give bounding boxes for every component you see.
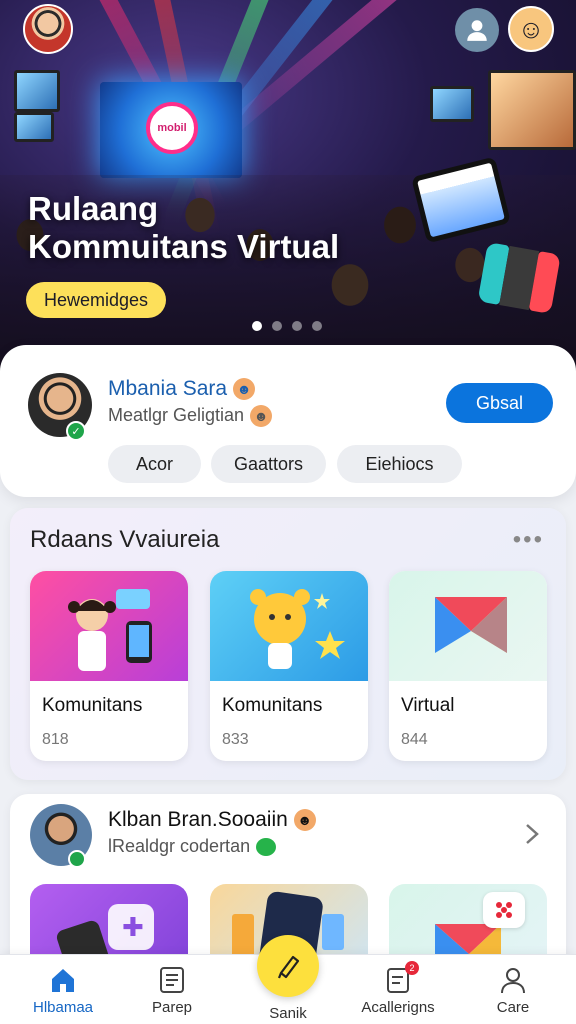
section-title: Rdaans Vvaiureia [30,526,220,553]
dice-button[interactable] [483,892,525,928]
game-console-image [476,238,561,320]
profile-name: Mbania Sara ☻ [108,377,256,401]
nav-item-care[interactable]: Care [458,955,568,1024]
room-card-label: Komunitans [222,695,323,716]
user-profile-button[interactable] [455,8,499,52]
leaf-icon [256,838,277,857]
hero-title-line1: Rulaang [28,190,159,227]
global-button[interactable]: Gbsal [446,383,553,423]
nav-label: Care [496,999,530,1016]
room-card-image [30,571,188,681]
stage-screen: mobil [100,82,242,178]
feed-name: Klban Bran.Sooaiin ☻ [108,808,316,832]
room-card-label: Komunitans [42,695,143,716]
wall-screen [14,112,54,142]
room-card-count: 833 [222,731,249,748]
room-card-image [389,571,547,681]
carousel-dot[interactable] [252,321,262,331]
home-icon [52,969,74,992]
chip-filter[interactable]: Acor [108,445,201,483]
wall-screen [14,70,60,112]
hero-tag-button[interactable]: Hewemidges [26,282,167,318]
emoji-avatar-button[interactable]: ☺ [508,6,554,52]
emoji-icon: ☻ [293,809,316,832]
hero-banner[interactable]: mobil Rulaang Kommuitans Virtual Hewemid… [0,0,576,372]
create-fab-button[interactable] [257,935,319,997]
room-card-count: 844 [401,731,428,748]
nav-item-parep[interactable]: Parep [117,955,227,1024]
nav-item-home[interactable]: Hlbamaa [8,955,118,1024]
nav-label: Sanik [269,1005,307,1022]
user-icon [467,20,487,41]
nav-label: Parep [151,999,193,1016]
nav-label: Acallerigns [361,999,435,1016]
nav-item-acallerigns[interactable]: 2 Acallerigns [343,955,453,1024]
pen-icon [277,955,300,979]
svg-text:✚: ✚ [122,913,144,943]
bottom-navigation: Hlbamaa Parep Sanik 2 Acallerigns Care [0,935,576,1024]
feed-subtitle: lRealdgr codertan [108,836,277,857]
chip-filter[interactable]: Gaattors [211,445,326,483]
rooms-section: Rdaans Vvaiureia ••• Komunitans 818 Komu… [10,508,566,780]
carousel-dot[interactable] [312,321,322,331]
carousel-dot[interactable] [292,321,302,331]
emoji-icon: ☻ [233,378,256,401]
wall-screen [430,86,474,122]
account-avatar[interactable] [23,4,73,54]
chip-filter[interactable]: Eiehiocs [337,445,462,483]
wall-screen [488,70,576,150]
online-status-icon [68,850,86,868]
more-options-icon[interactable]: ••• [513,526,544,554]
list-icon [160,967,184,993]
notification-badge: 2 [405,961,419,975]
emoji-icon: ☻ [250,405,273,428]
hero-title-line2: Kommuitans Virtual [28,228,340,265]
nav-label: Hlbamaa [32,999,94,1016]
person-icon [501,968,525,994]
screen-logo: mobil [146,102,198,154]
room-card[interactable]: Virtual 844 [389,571,547,761]
hero-title: Rulaang Kommuitans Virtual [28,190,388,266]
room-card[interactable]: Komunitans 818 [30,571,188,761]
profile-card: ✓ Mbania Sara ☻ Meatlgr Geligtian ☻ Gbsal … [0,345,576,497]
profile-subtitle: Meatlgr Geligtian ☻ [108,405,273,428]
room-card[interactable]: Komunitans 833 [210,571,368,761]
room-card-count: 818 [42,731,69,748]
room-card-label: Virtual [401,695,455,716]
chevron-right-icon[interactable] [524,822,540,846]
verified-icon: ✓ [66,421,86,441]
room-card-image [210,571,368,681]
carousel-dots [252,321,322,331]
dice-icon [496,902,512,918]
carousel-dot[interactable] [272,321,282,331]
